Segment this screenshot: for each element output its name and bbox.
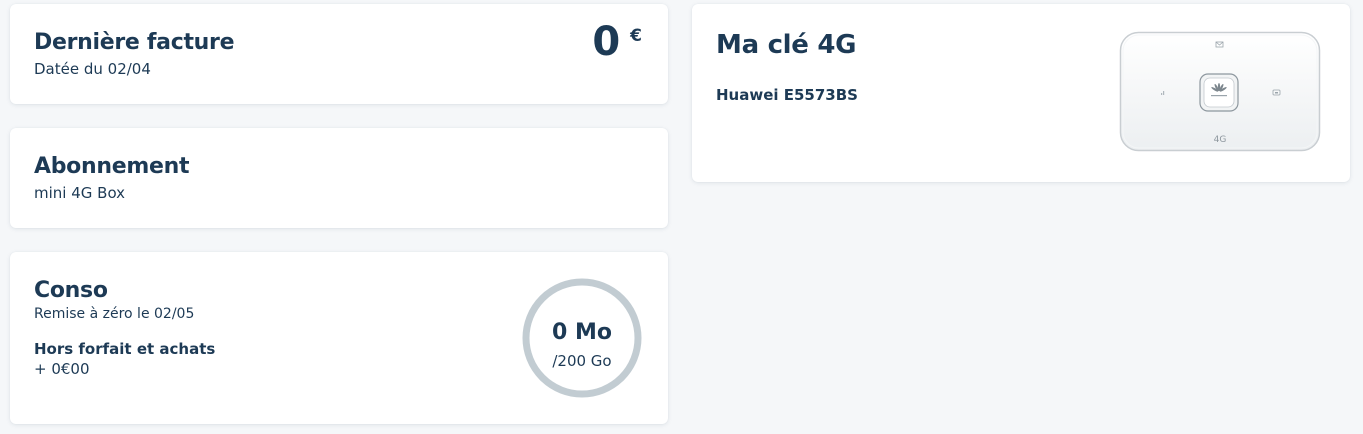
last-invoice-date: Datée du 02/04 — [34, 60, 151, 78]
4g-key-card[interactable]: Ma clé 4G Huawei E5573BS 4G — [692, 4, 1350, 182]
4g-key-title: Ma clé 4G — [716, 30, 857, 60]
last-invoice-title: Dernière facture — [34, 30, 235, 55]
consumption-reset-date: Remise à zéro le 02/05 — [34, 306, 195, 322]
huawei-4g-router-icon: 4G — [1119, 31, 1321, 152]
data-used: 0 Mo — [552, 320, 612, 345]
subscription-card[interactable]: Abonnement mini 4G Box — [10, 128, 668, 228]
last-invoice-card[interactable]: Dernière facture Datée du 02/04 0 € — [10, 4, 668, 104]
invoice-amount: 0 € — [592, 22, 642, 62]
invoice-currency: € — [630, 26, 642, 46]
consumption-title: Conso — [34, 278, 108, 303]
invoice-amount-value: 0 — [592, 19, 621, 65]
consumption-card[interactable]: Conso Remise à zéro le 02/05 Hors forfai… — [10, 252, 668, 424]
data-total: /200 Go — [552, 352, 612, 370]
extra-charges-label: Hors forfait et achats — [34, 340, 216, 358]
data-usage-gauge: 0 Mo /200 Go — [520, 276, 644, 400]
device-4g-label: 4G — [1213, 135, 1227, 145]
extra-charges-value: + 0€00 — [34, 360, 90, 378]
subscription-plan: mini 4G Box — [34, 184, 126, 202]
subscription-title: Abonnement — [34, 154, 190, 179]
device-model: Huawei E5573BS — [716, 86, 858, 104]
